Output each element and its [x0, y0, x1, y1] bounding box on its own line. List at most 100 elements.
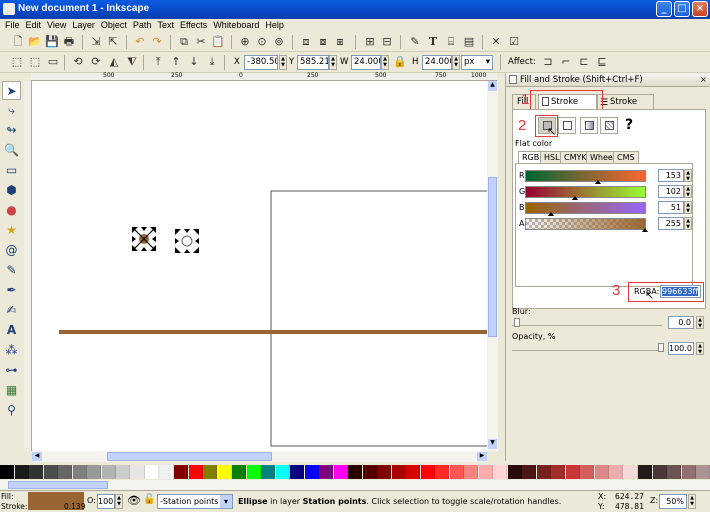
- a-slider[interactable]: [525, 218, 648, 232]
- palette-swatch[interactable]: [43, 465, 58, 479]
- blur-slider-handle[interactable]: [514, 318, 520, 327]
- select-all-icon[interactable]: ⬚: [9, 54, 25, 70]
- scroll-up-icon[interactable]: ▲: [488, 81, 497, 91]
- palette-swatch[interactable]: [565, 465, 580, 479]
- blur-slider[interactable]: [512, 318, 662, 327]
- scroll-thumb[interactable]: [488, 177, 497, 337]
- g-spinner[interactable]: ▲ ▼: [684, 185, 692, 198]
- palette-swatch[interactable]: [391, 465, 406, 479]
- x-input[interactable]: -380.50: [244, 55, 278, 70]
- opacity-short-spinner[interactable]: ▲ ▼: [115, 494, 123, 509]
- palette-swatch[interactable]: [449, 465, 464, 479]
- palette-swatch[interactable]: [696, 465, 710, 479]
- palette-swatch[interactable]: [290, 465, 304, 479]
- undo-icon[interactable]: ↶: [132, 34, 148, 50]
- transform-patterns-icon[interactable]: ⊑: [594, 54, 610, 70]
- w-spinner[interactable]: ▲ ▼: [381, 55, 389, 70]
- align-distribute-icon[interactable]: ▤: [461, 34, 477, 50]
- deselect-icon[interactable]: ▭: [45, 54, 61, 70]
- menu-layer[interactable]: Layer: [69, 19, 98, 32]
- preferences-icon[interactable]: ✕: [488, 34, 504, 50]
- menu-path[interactable]: Path: [130, 19, 155, 32]
- palette-swatch[interactable]: [188, 465, 203, 479]
- palette-swatch[interactable]: [174, 465, 188, 479]
- palette-swatch[interactable]: [420, 465, 435, 479]
- ungroup-icon[interactable]: ⊟: [379, 34, 395, 50]
- palette-swatch[interactable]: [522, 465, 536, 479]
- y-spinner[interactable]: ▲ ▼: [329, 55, 337, 70]
- palette-swatch[interactable]: [594, 465, 609, 479]
- subtab-cms[interactable]: CMS: [613, 151, 639, 163]
- palette-swatch[interactable]: [319, 465, 333, 479]
- xml-editor-icon[interactable]: ⌸: [443, 34, 459, 50]
- group-icon[interactable]: ⊞: [362, 34, 378, 50]
- g-slider-marker[interactable]: [572, 196, 578, 200]
- pattern-button[interactable]: [600, 117, 618, 134]
- palette-swatch[interactable]: [246, 465, 261, 479]
- zoom-tool-icon[interactable]: 🔍: [2, 141, 21, 160]
- palette-swatch[interactable]: [623, 465, 638, 479]
- close-button[interactable]: ×: [692, 1, 708, 17]
- palette-swatch[interactable]: [551, 465, 565, 479]
- dropper-tool-icon[interactable]: ⚲: [2, 401, 21, 420]
- h-input[interactable]: 24.000: [422, 55, 452, 70]
- tab-stroke-style[interactable]: ☰ Stroke style: [597, 94, 654, 121]
- palette-swatch[interactable]: [87, 465, 101, 479]
- palette-swatch[interactable]: [217, 465, 232, 479]
- palette-swatch[interactable]: [377, 465, 391, 479]
- linear-gradient-button[interactable]: [580, 117, 598, 134]
- cut-icon[interactable]: ✂: [193, 34, 209, 50]
- scroll-thumb[interactable]: [8, 481, 108, 489]
- palette-swatch[interactable]: [406, 465, 420, 479]
- text-font-icon[interactable]: T: [425, 34, 441, 50]
- menu-help[interactable]: Help: [262, 19, 287, 32]
- menu-whiteboard[interactable]: Whiteboard: [210, 19, 262, 32]
- node-tool-icon[interactable]: ⤷: [2, 101, 21, 120]
- palette-swatch[interactable]: [609, 465, 623, 479]
- flip-horizontal-icon[interactable]: ◭: [106, 54, 122, 70]
- unit-select[interactable]: px ▾: [461, 55, 493, 70]
- select-all-layers-icon[interactable]: ⬚: [27, 54, 43, 70]
- palette-swatch[interactable]: [478, 465, 493, 479]
- menu-file[interactable]: File: [0, 19, 23, 32]
- palette-swatch[interactable]: [101, 465, 116, 479]
- palette-swatch[interactable]: [72, 465, 87, 479]
- scale-corners-icon[interactable]: ⌐: [558, 54, 574, 70]
- b-slider-marker[interactable]: [548, 212, 554, 216]
- scroll-left-icon[interactable]: ◀: [32, 452, 42, 461]
- g-value-input[interactable]: 102: [658, 185, 684, 198]
- a-value-input[interactable]: 255: [658, 217, 684, 230]
- opacity-spinner[interactable]: ▲ ▼: [696, 342, 704, 355]
- h-spinner[interactable]: ▲ ▼: [452, 55, 460, 70]
- lock-icon[interactable]: 🔒: [392, 54, 408, 70]
- unlink-clone-icon[interactable]: ⧆: [332, 34, 348, 50]
- scroll-right-icon[interactable]: ▶: [477, 452, 487, 461]
- duplicate-icon[interactable]: ⧈: [298, 34, 314, 50]
- menu-view[interactable]: View: [44, 19, 69, 32]
- eye-icon[interactable]: 👁: [127, 494, 141, 507]
- copy-icon[interactable]: ⧉: [176, 34, 192, 50]
- save-icon[interactable]: 💾: [44, 34, 60, 50]
- palette-swatch[interactable]: [159, 465, 174, 479]
- scale-stroke-icon[interactable]: ⊐: [540, 54, 556, 70]
- export-icon[interactable]: ⇱: [105, 34, 121, 50]
- selector-tool-icon[interactable]: ➤: [2, 81, 21, 100]
- zoom-input[interactable]: 50%: [659, 494, 687, 509]
- r-spinner[interactable]: ▲ ▼: [684, 169, 692, 182]
- palette-swatch[interactable]: [638, 465, 652, 479]
- rectangle-tool-icon[interactable]: ▭: [2, 161, 21, 180]
- palette-swatch[interactable]: [435, 465, 449, 479]
- palette-swatch[interactable]: [232, 465, 246, 479]
- r-slider[interactable]: [525, 170, 646, 184]
- palette-swatch[interactable]: [275, 465, 290, 479]
- tweak-tool-icon[interactable]: ↬: [2, 121, 21, 140]
- palette-swatch[interactable]: [58, 465, 72, 479]
- flip-vertical-icon[interactable]: ⧨: [124, 54, 140, 70]
- print-icon[interactable]: 🖶: [61, 34, 77, 50]
- new-document-icon[interactable]: 🗋: [10, 34, 26, 50]
- palette-swatch[interactable]: [0, 465, 14, 479]
- minimize-button[interactable]: _: [656, 1, 672, 17]
- import-icon[interactable]: ⇲: [88, 34, 104, 50]
- spray-tool-icon[interactable]: ⁂: [2, 341, 21, 360]
- zoom-drawing-icon[interactable]: ⊙: [254, 34, 270, 50]
